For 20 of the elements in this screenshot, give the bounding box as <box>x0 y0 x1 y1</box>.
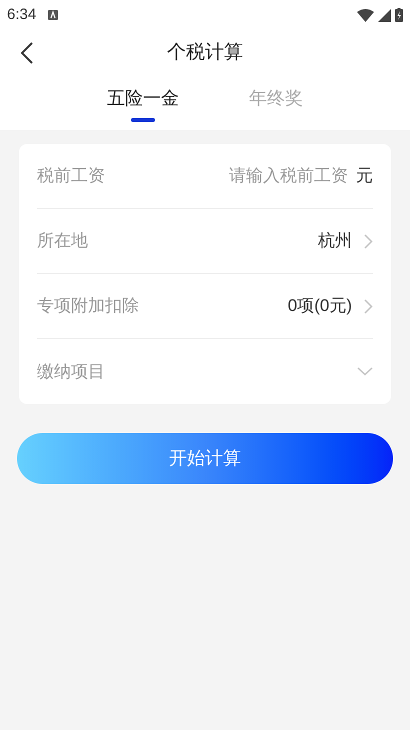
wifi-icon <box>357 8 374 22</box>
tab[interactable]: 五险一金 <box>107 85 179 130</box>
row-label: 专项附加扣除 <box>37 295 139 318</box>
tab[interactable]: 年终奖 <box>249 85 303 130</box>
chevron-right-icon <box>364 234 373 248</box>
unit-label: 元 <box>356 165 373 188</box>
signal-icon <box>378 8 391 22</box>
status-time: 6:34 <box>7 4 36 25</box>
row-value: 杭州 <box>318 230 352 252</box>
row-label: 缴纳项目 <box>37 360 105 383</box>
chevron-down-icon <box>357 367 373 376</box>
salary-input-field[interactable]: 请输入税前工资 <box>218 163 348 189</box>
battery-icon <box>395 8 403 22</box>
calculate-button[interactable]: 开始计算 <box>17 433 393 484</box>
page-title: 个税计算 <box>167 40 243 65</box>
notification-icon <box>48 10 58 20</box>
chevron-right-icon <box>364 298 373 314</box>
row-label: 税前工资 <box>37 165 105 188</box>
row-value: 0项(0元) <box>288 295 352 318</box>
row-label: 所在地 <box>37 230 88 252</box>
